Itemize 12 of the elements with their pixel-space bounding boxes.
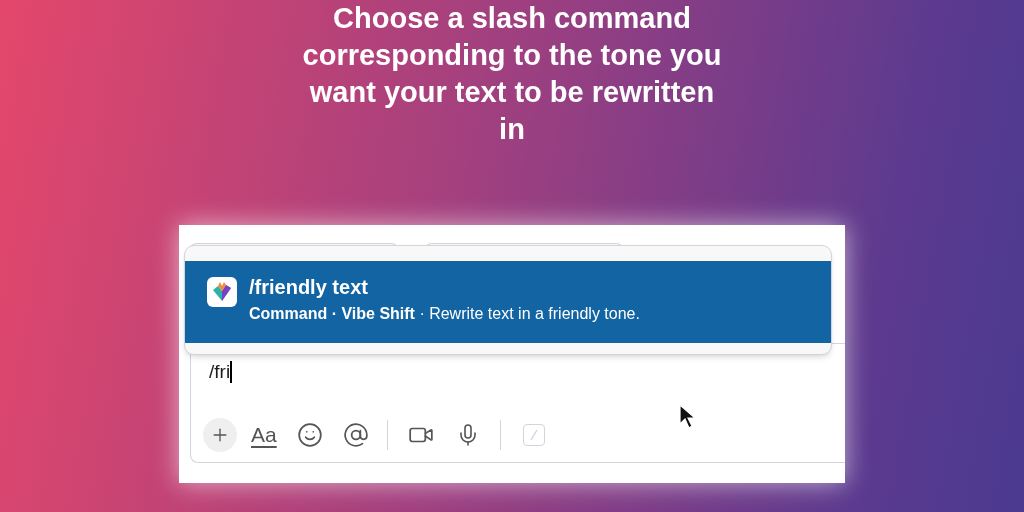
command-description: Command · Vibe Shift · Rewrite text in a friendly tone.: [249, 304, 640, 324]
command-name: /friendly text: [249, 275, 369, 299]
emoji-icon[interactable]: [296, 422, 323, 448]
headline: Choose a slash command corresponding to the tone you want your text to be rewritten in: [301, 1, 723, 147]
message-input[interactable]: /fri: [209, 358, 232, 387]
add-button[interactable]: [203, 418, 237, 452]
mention-icon[interactable]: [342, 422, 369, 448]
mouse-pointer-icon: [679, 404, 697, 430]
formatting-button[interactable]: Aa: [247, 419, 281, 451]
app-logo-icon: [207, 277, 237, 307]
slash-icon: [528, 429, 539, 441]
command-suggestion[interactable]: /friendly text Command · Vibe Shift · Rewrite text in a friendly tone.: [185, 261, 831, 343]
